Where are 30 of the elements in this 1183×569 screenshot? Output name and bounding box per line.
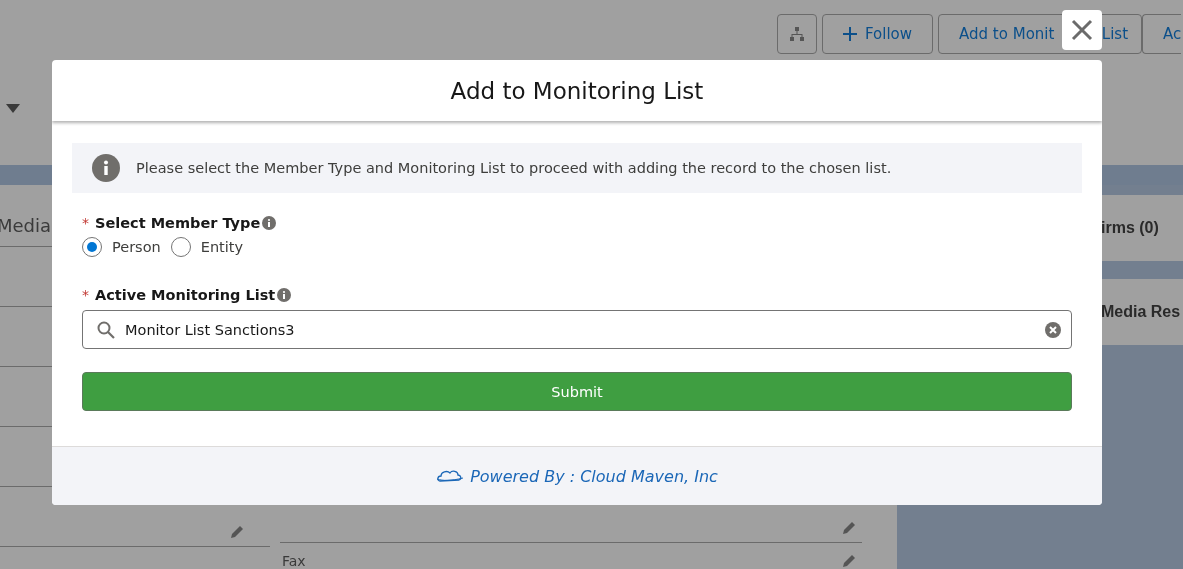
pencil-icon[interactable] — [229, 524, 245, 540]
card-title: Media Res — [1101, 303, 1181, 321]
search-input[interactable]: Monitor List Sanctions3 — [123, 320, 1037, 339]
hierarchy-button[interactable] — [777, 14, 817, 54]
modal-title: Add to Monitoring List — [450, 77, 704, 104]
required-marker: * — [82, 287, 89, 303]
pencil-icon[interactable] — [841, 520, 857, 536]
field-label: Select Member Type — [95, 215, 261, 231]
field-label: Active Monitoring List — [95, 287, 276, 303]
required-marker: * — [82, 215, 89, 231]
radio-option[interactable]: Person — [82, 237, 161, 257]
plus-icon — [843, 27, 857, 41]
field-label: Fax — [282, 553, 306, 569]
radio-button[interactable] — [170, 237, 191, 257]
footer-credit: Powered By : Cloud Maven, Inc — [470, 466, 718, 486]
search-field[interactable]: Monitor List Sanctions3 — [82, 310, 1072, 349]
radio-button[interactable] — [82, 237, 102, 257]
card-title: irms (0) — [1101, 219, 1159, 237]
hierarchy-icon — [789, 26, 805, 42]
info-icon[interactable] — [277, 288, 292, 302]
close-button[interactable] — [1062, 10, 1102, 50]
info-icon[interactable] — [262, 216, 277, 230]
info-icon — [92, 154, 120, 182]
close-icon — [1071, 19, 1093, 41]
clear-icon[interactable] — [1045, 321, 1061, 338]
radio-option[interactable]: Entity — [170, 237, 244, 257]
info-text: Please select the Member Type and Monitoring List to proceed with adding the record to the chosen list. — [136, 160, 892, 176]
pencil-icon[interactable] — [841, 553, 857, 569]
caret-down-icon[interactable] — [6, 104, 20, 114]
search-icon — [97, 320, 115, 339]
